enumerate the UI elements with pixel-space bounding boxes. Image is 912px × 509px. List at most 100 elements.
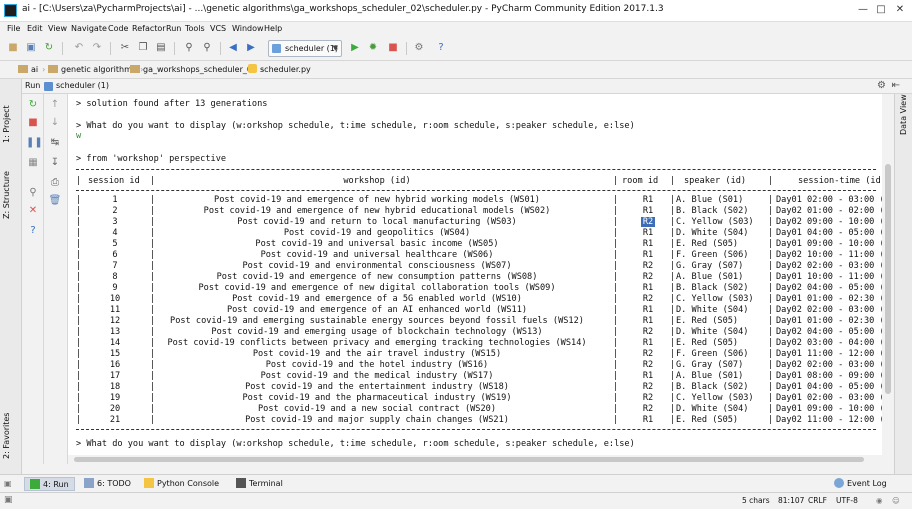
menu-navigate[interactable]: Navigate xyxy=(71,24,107,33)
menu-file[interactable]: File xyxy=(7,24,20,33)
lock-icon[interactable]: ◉ xyxy=(876,496,883,505)
event-log-button[interactable]: Event Log xyxy=(834,477,887,491)
menu-tools[interactable]: Tools xyxy=(185,24,205,33)
cell-speaker: E. Red (S05) xyxy=(676,239,739,249)
table-separator: | xyxy=(613,195,619,205)
scrollbar-thumb[interactable] xyxy=(74,457,864,462)
menu-edit[interactable]: Edit xyxy=(27,24,43,33)
help-icon[interactable]: ? xyxy=(434,41,448,55)
minimize-icon[interactable]: — xyxy=(856,3,870,17)
synchronize-icon[interactable]: ↻ xyxy=(42,41,56,55)
data-view-tool-tab[interactable]: Data View xyxy=(899,94,912,144)
menu-vcs[interactable]: VCS xyxy=(210,24,226,33)
redo-icon[interactable]: ↷ xyxy=(90,41,104,55)
cell-session-time: Day01 01:00 - 02:30 (d xyxy=(776,316,882,326)
console-vertical-scrollbar[interactable] xyxy=(882,94,894,464)
menu-help[interactable]: Help xyxy=(264,24,282,33)
status-line-separator[interactable]: CRLF xyxy=(808,496,827,505)
pause-icon[interactable]: ❚❚ xyxy=(26,136,43,150)
paste-icon[interactable]: ▤ xyxy=(154,41,168,55)
tab-todo[interactable]: 6: TODO xyxy=(84,477,131,491)
tab-run[interactable]: 4: Run xyxy=(24,477,75,491)
python-file-icon xyxy=(248,64,257,73)
table-separator: | xyxy=(768,176,774,186)
cell-workshop: Post covid-19 and return to local manufa… xyxy=(237,217,517,227)
favorites-tool-tab[interactable]: 2: Favorites xyxy=(2,413,20,468)
project-tool-tab[interactable]: 1: Project xyxy=(2,105,20,152)
run-icon[interactable]: ▶ xyxy=(348,41,362,55)
hide-panel-icon[interactable]: ⇤ xyxy=(892,80,900,91)
cut-icon[interactable]: ✂ xyxy=(118,41,132,55)
cell-speaker: D. White (S04) xyxy=(676,228,749,238)
cell-room-id: R1 xyxy=(642,371,654,381)
replace-icon[interactable]: ⚲ xyxy=(200,41,214,55)
clear-all-icon[interactable]: 🗑 xyxy=(48,194,62,208)
find-icon[interactable]: ⚲ xyxy=(182,41,196,55)
console-line: > What do you want to display (w:orkshop… xyxy=(76,439,635,449)
cell-session-time: Day02 10:00 - 11:00 (d xyxy=(776,250,882,260)
console-horizontal-scrollbar[interactable] xyxy=(68,455,882,464)
save-icon[interactable]: ▣ xyxy=(24,41,38,55)
print-icon[interactable]: ⎙ xyxy=(48,176,62,190)
run-panel-header: Run scheduler (1) ⚙ ⇤ xyxy=(22,79,912,94)
table-separator: | xyxy=(768,206,774,216)
scrollbar-thumb[interactable] xyxy=(885,164,891,394)
cell-workshop: Post covid-19 and environmental consciou… xyxy=(242,261,512,271)
cell-room-id: R2 xyxy=(624,217,672,228)
help-icon[interactable]: ? xyxy=(26,224,40,238)
breadcrumb-scheduler-py[interactable]: scheduler.py xyxy=(248,63,311,77)
cell-speaker: A. Blue (S01) xyxy=(676,272,744,282)
cell-speaker: B. Black (S02) xyxy=(676,283,749,293)
status-caret-position[interactable]: 81:107 xyxy=(778,496,804,505)
table-separator: | xyxy=(76,272,82,282)
stop-icon[interactable]: ■ xyxy=(26,116,40,130)
close-icon[interactable]: ✕ xyxy=(26,204,40,218)
table-separator: | xyxy=(613,250,619,260)
close-icon[interactable]: ✕ xyxy=(893,3,907,17)
copy-icon[interactable]: ❐ xyxy=(136,41,150,55)
maximize-icon[interactable]: □ xyxy=(874,3,888,17)
breadcrumb-ai[interactable]: ai › xyxy=(18,63,45,77)
menu-view[interactable]: View xyxy=(48,24,67,33)
pycharm-logo-icon xyxy=(4,4,17,17)
table-separator: | xyxy=(76,261,82,271)
back-icon[interactable]: ◀ xyxy=(226,41,240,55)
undo-icon[interactable]: ↶ xyxy=(72,41,86,55)
cell-session-id: 13 xyxy=(109,327,121,337)
cell-room-id: R2 xyxy=(642,404,654,414)
run-console-output[interactable]: > solution found after 13 generations > … xyxy=(68,94,882,464)
tab-terminal[interactable]: Terminal xyxy=(236,477,283,491)
menu-window[interactable]: Window xyxy=(232,24,264,33)
soft-wrap-icon[interactable]: ↹ xyxy=(48,136,62,150)
cell-workshop: Post covid-19 and geopolitics (WS04) xyxy=(283,228,471,238)
run-configuration-select[interactable]: scheduler (1) ▼ xyxy=(268,40,342,57)
structure-tool-tab[interactable]: Z: Structure xyxy=(2,171,20,228)
breadcrumb-genetic-algorithms[interactable]: genetic algorithms › xyxy=(48,63,143,77)
table-border-bottom xyxy=(76,429,876,430)
scroll-to-end-icon[interactable]: ↧ xyxy=(48,156,62,170)
menu-run[interactable]: Run xyxy=(166,24,181,33)
breadcrumb-ga-workshops-scheduler[interactable]: ga_workshops_scheduler_02 › xyxy=(130,63,264,77)
run-panel-config-tab[interactable]: scheduler (1) xyxy=(56,81,109,90)
restore-layout-icon[interactable]: ▦ xyxy=(26,156,40,170)
forward-icon[interactable]: ▶ xyxy=(244,41,258,55)
rerun-icon[interactable]: ↻ xyxy=(26,98,40,112)
structure-tab-label: Z: Structure xyxy=(2,171,11,219)
open-folder-icon[interactable]: ■ xyxy=(6,41,20,55)
table-separator: | xyxy=(76,393,82,403)
debug-icon[interactable]: ✹ xyxy=(366,41,380,55)
down-arrow-icon[interactable]: ↓ xyxy=(48,116,62,130)
toggle-tool-windows-icon[interactable]: ▣ xyxy=(4,477,16,491)
stop-icon[interactable]: ■ xyxy=(386,41,400,55)
menu-refactor[interactable]: Refactor xyxy=(132,24,166,33)
table-separator: | xyxy=(613,228,619,238)
up-arrow-icon[interactable]: ↑ xyxy=(48,98,62,112)
status-toggle-icon[interactable]: ▣ xyxy=(4,495,13,505)
tab-python-console[interactable]: Python Console xyxy=(144,477,219,491)
menu-code[interactable]: Code xyxy=(108,24,128,33)
inspector-icon[interactable]: ☺ xyxy=(892,496,900,505)
settings-icon[interactable]: ⚙ xyxy=(412,41,426,55)
gear-icon[interactable]: ⚙ xyxy=(877,80,886,91)
pin-tab-icon[interactable]: ⚲ xyxy=(26,186,40,200)
status-encoding[interactable]: UTF-8 xyxy=(836,496,858,505)
